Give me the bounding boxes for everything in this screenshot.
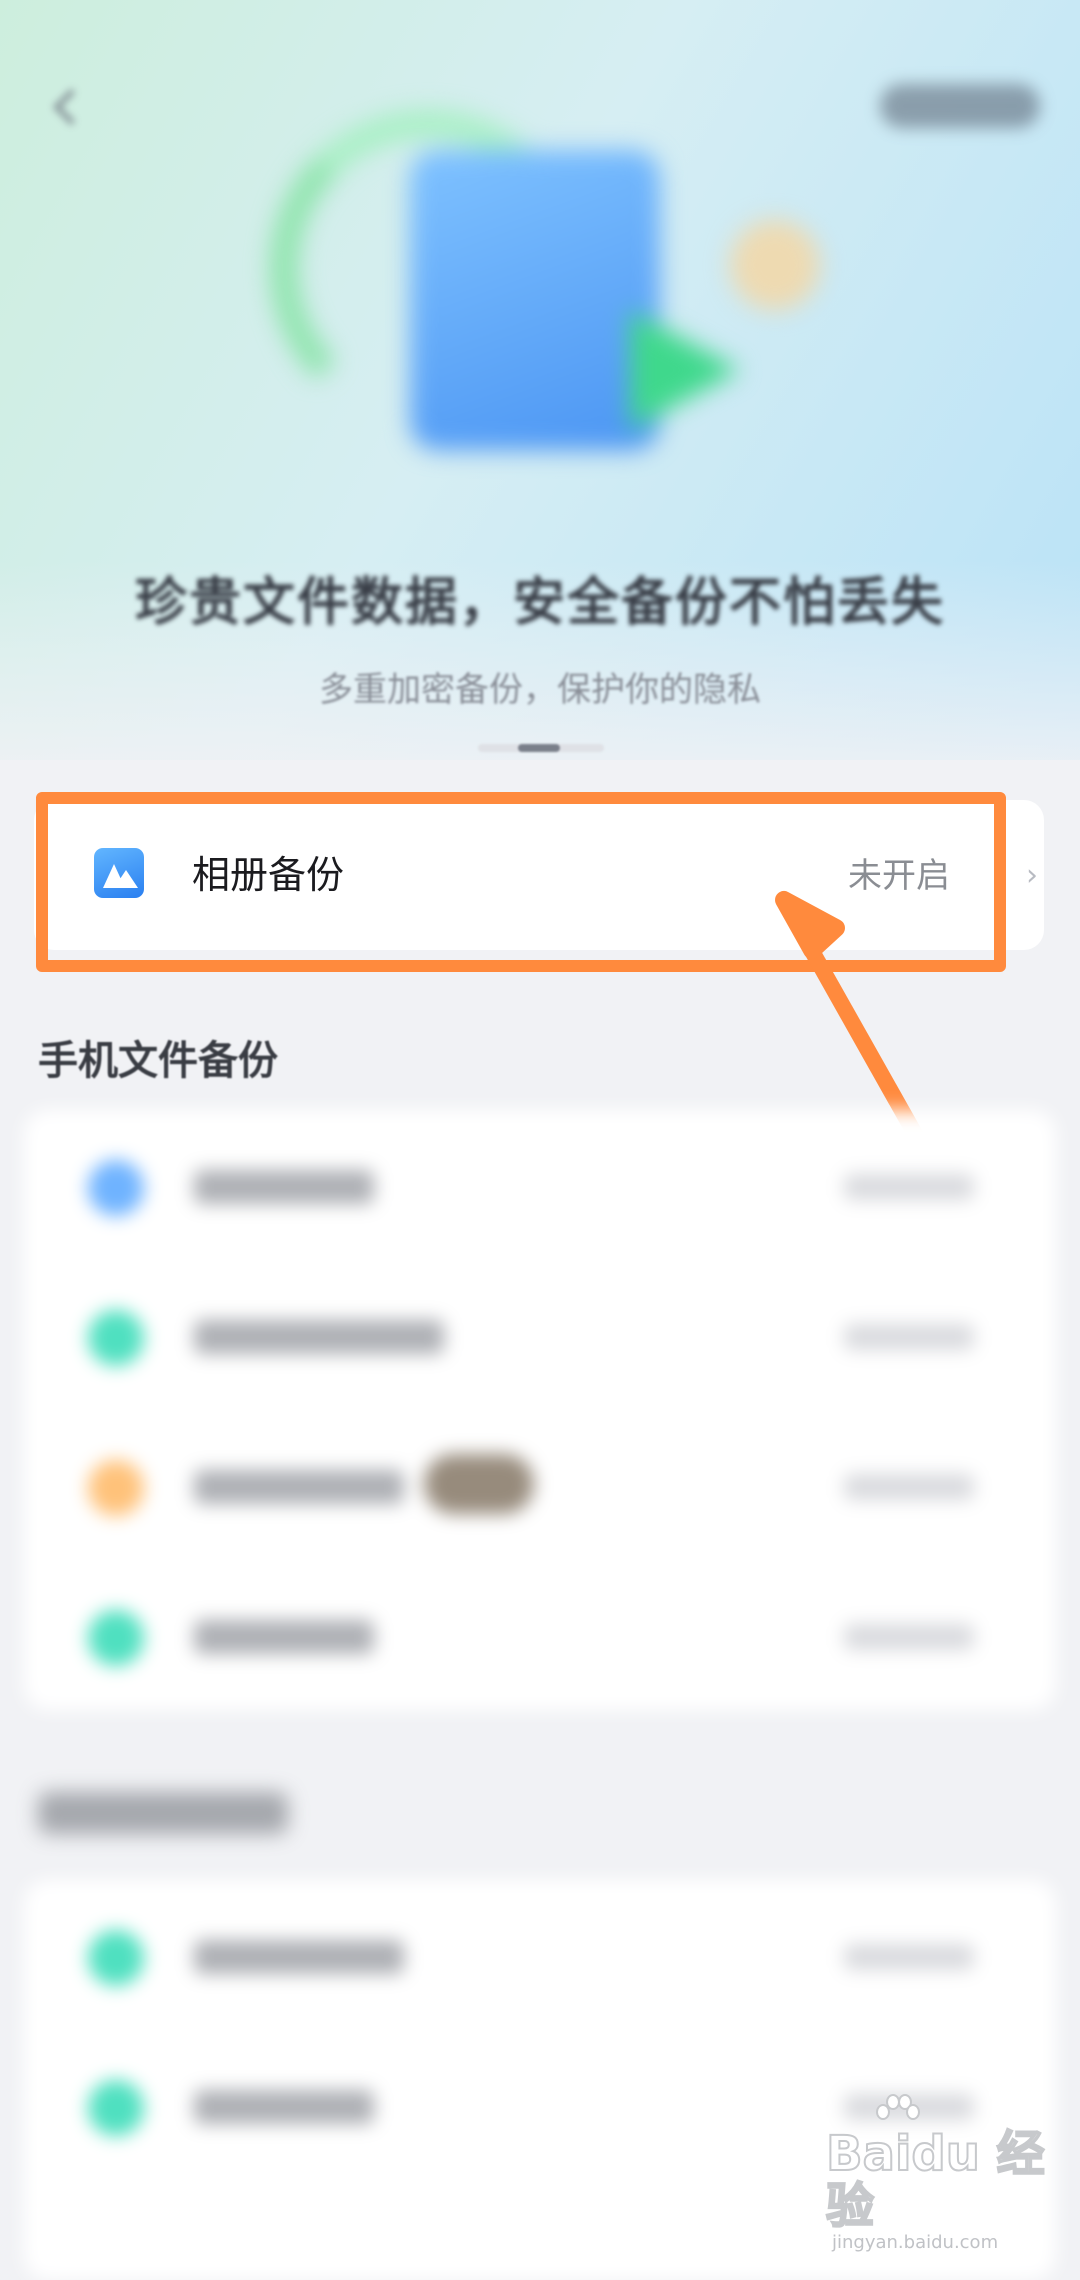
chevron-right-icon: › [1026, 858, 1038, 893]
file-type-icon [88, 2080, 144, 2136]
file-type-icon [88, 1460, 144, 1516]
list-item[interactable] [24, 1260, 1056, 1410]
list-item-label [194, 1320, 444, 1354]
backup-illustration [250, 90, 850, 490]
phone-file-backup-list [24, 1110, 1056, 1710]
list-item-status [844, 1174, 974, 1200]
file-type-icon [88, 1160, 144, 1216]
list-item[interactable] [24, 1110, 1056, 1260]
list-item-status [844, 1324, 974, 1350]
watermark-text: Baidu 经验 [825, 2126, 1046, 2234]
list-item[interactable] [24, 1560, 1056, 1710]
page-indicator-active [518, 744, 560, 752]
album-backup-row[interactable]: 相册备份 未开启 › [34, 800, 1044, 950]
hero-title: 珍贵文件数据，安全备份不怕丢失 [134, 573, 945, 633]
list-item-status [844, 1944, 974, 1970]
list-item-label [194, 2090, 374, 2124]
album-backup-label: 相册备份 [192, 853, 345, 897]
section-title-blurred [38, 1792, 288, 1834]
file-type-icon [88, 1610, 144, 1666]
sun-shape [730, 220, 820, 310]
back-arrow-icon[interactable] [48, 88, 88, 128]
list-item-status [844, 1624, 974, 1650]
list-item-label [194, 1620, 374, 1654]
watermark-url: jingyan.baidu.com [832, 2232, 999, 2253]
list-item-label [194, 1170, 374, 1204]
list-item-label [194, 1470, 404, 1504]
list-item-badge [424, 1454, 534, 1514]
file-type-icon [88, 1310, 144, 1366]
carousel-page-indicator [478, 744, 604, 752]
list-item[interactable] [24, 1410, 1056, 1560]
hero-subtitle: 多重加密备份，保护你的隐私 [319, 670, 761, 710]
list-item-status [844, 1474, 974, 1500]
file-type-icon [88, 1930, 144, 1986]
album-backup-status: 未开启 [848, 856, 950, 896]
paw-logo-icon [876, 2094, 920, 2130]
photo-album-icon [94, 848, 144, 898]
list-item[interactable] [24, 1880, 1056, 2030]
section-title-phone-files: 手机文件备份 [38, 1038, 278, 1084]
list-item-label [194, 1940, 404, 1974]
folder-shape [410, 150, 660, 450]
header-action-button[interactable] [880, 84, 1040, 128]
play-shape [630, 310, 740, 430]
baidu-jingyan-watermark: Baidu 经验 jingyan.baidu.com [825, 2094, 1080, 2253]
